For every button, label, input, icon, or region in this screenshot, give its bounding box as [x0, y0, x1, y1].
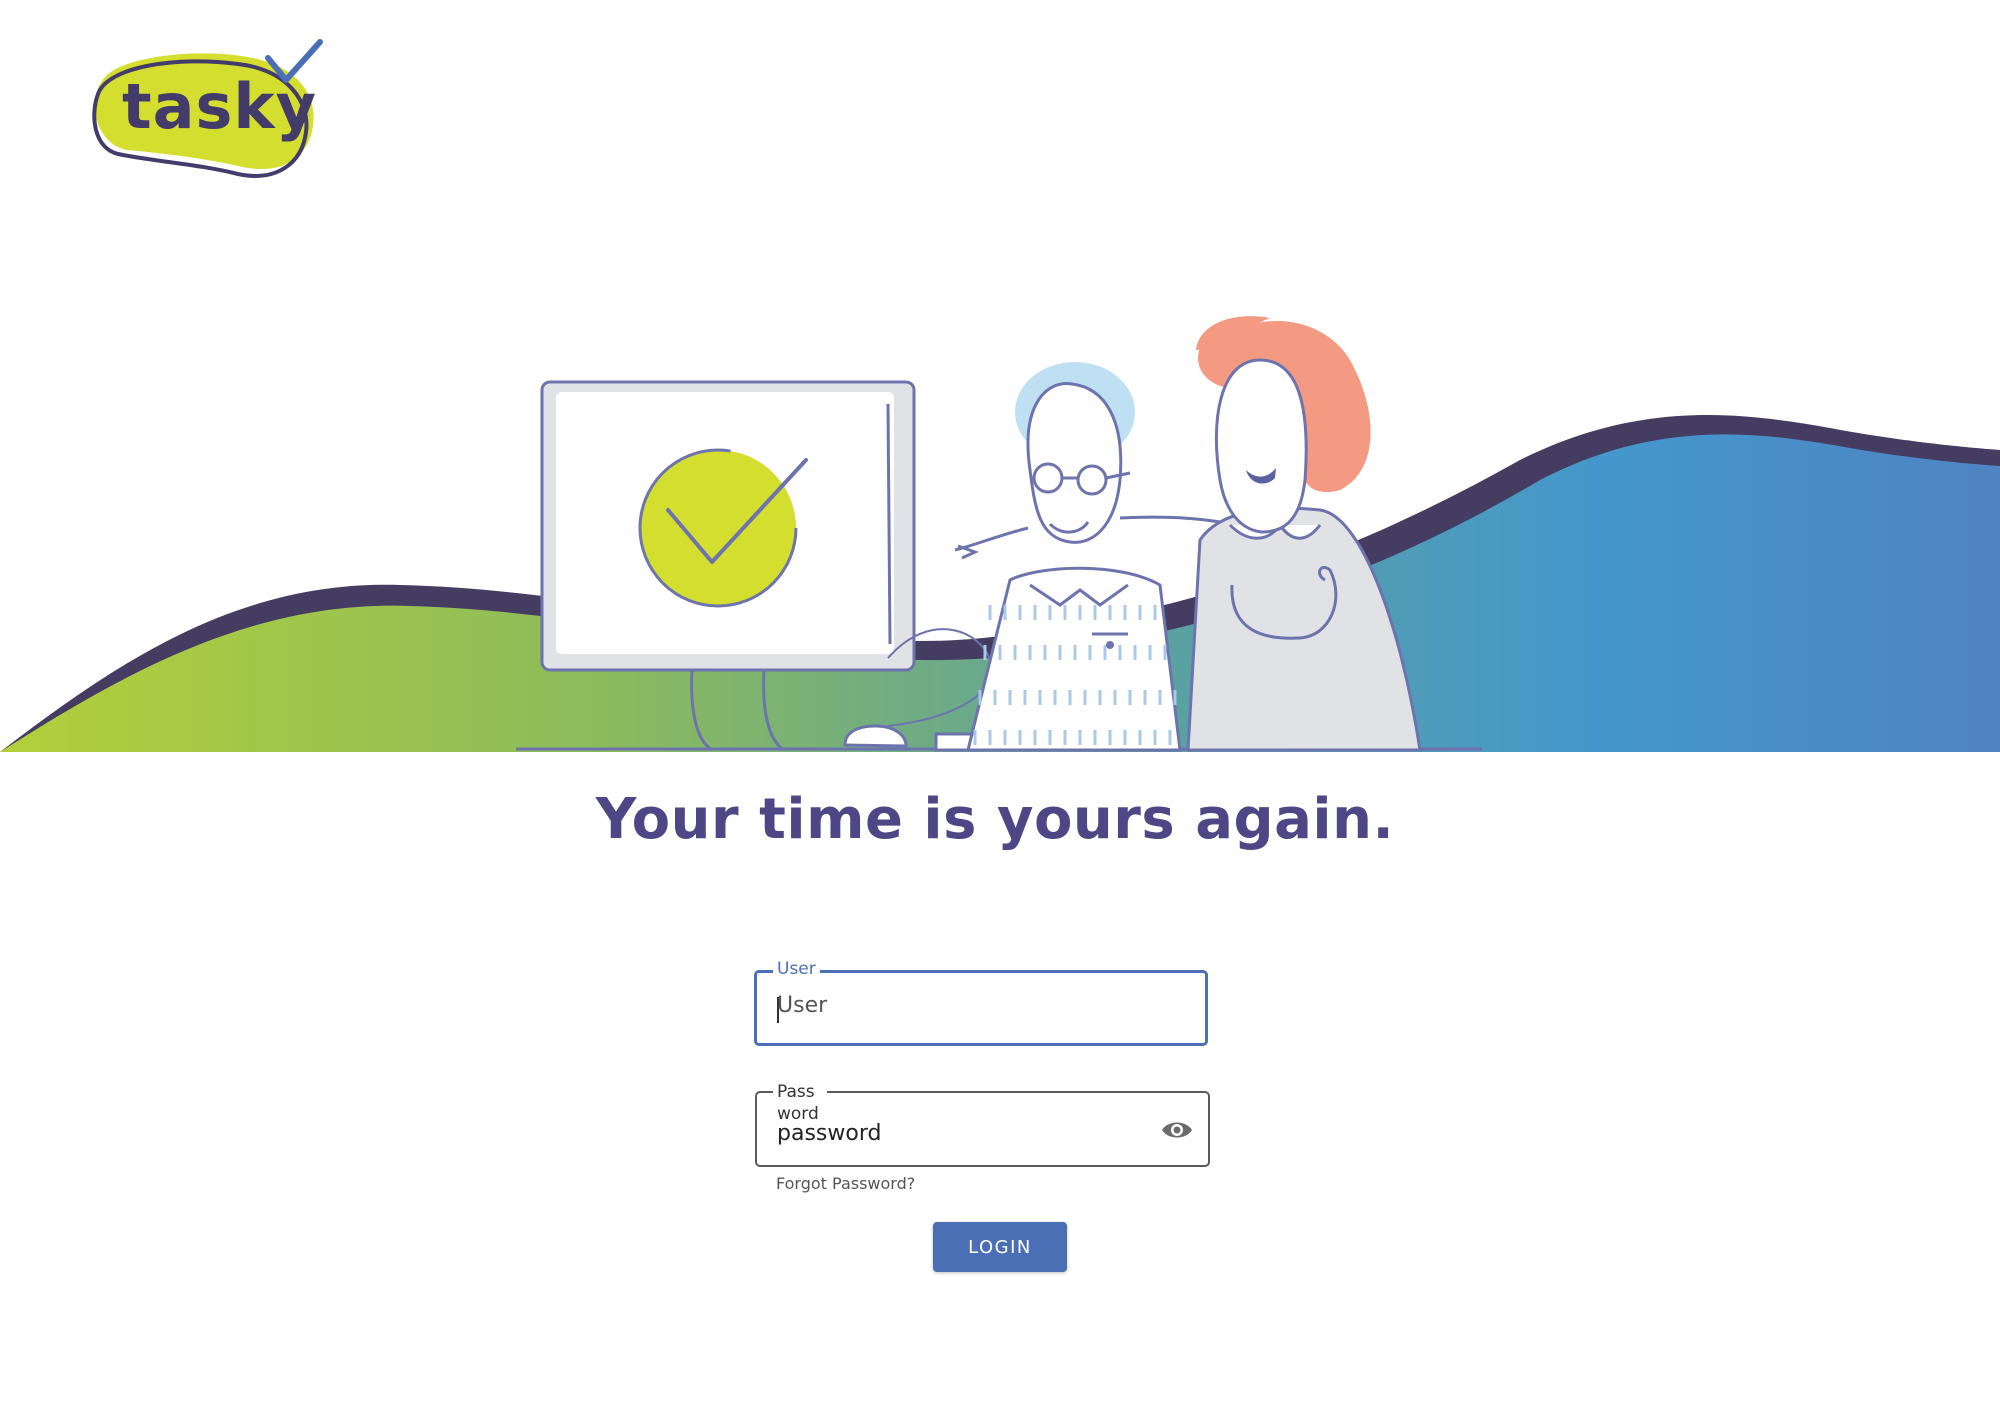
forgot-password-link[interactable]: Forgot Password? [776, 1174, 915, 1193]
password-label: Pass word [773, 1081, 827, 1125]
tagline: Your time is yours again. [595, 787, 1395, 852]
logo-text: tasky [122, 70, 318, 143]
password-input[interactable] [777, 1121, 1137, 1146]
password-field[interactable]: Pass word [755, 1081, 1210, 1167]
eye-icon[interactable] [1160, 1117, 1194, 1143]
login-button[interactable]: LOGIN [933, 1222, 1067, 1272]
tasky-logo: tasky [88, 36, 328, 186]
login-page: tasky Your time is yours again. User Use… [0, 0, 2000, 1423]
user-label: User [773, 959, 820, 979]
user-input[interactable] [777, 993, 1137, 1018]
user-field[interactable]: User [754, 959, 1208, 1046]
hero-illustration [0, 316, 2000, 752]
